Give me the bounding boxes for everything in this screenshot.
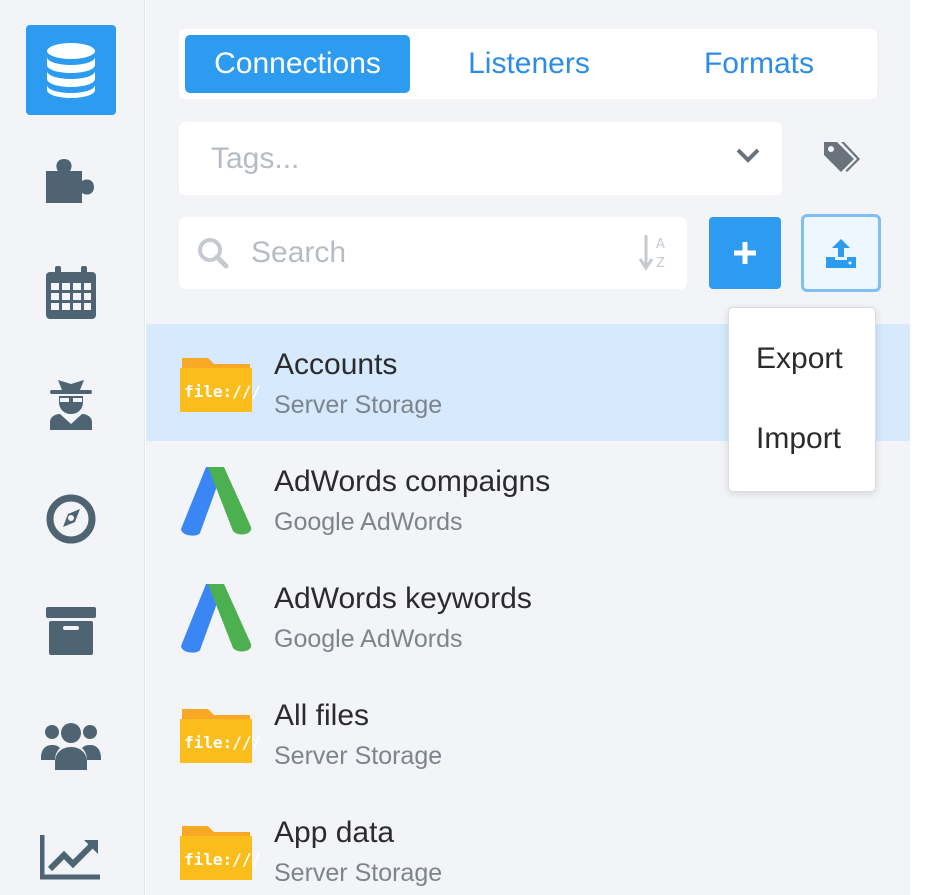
list-item[interactable]: AdWords keywords Google AdWords (146, 558, 910, 675)
file-folder-icon: file:/// (180, 348, 261, 420)
chart-line-icon (40, 835, 100, 880)
sidebar-item-schedule[interactable] (26, 248, 116, 338)
export-menu-item[interactable]: Export (756, 342, 843, 376)
item-name: AdWords compaigns (274, 465, 551, 498)
sidebar-item-explore[interactable] (26, 474, 116, 564)
search-icon (198, 238, 229, 269)
file-folder-icon: file:/// (180, 816, 261, 888)
svg-text:A: A (656, 237, 665, 252)
tab-bar: Connections Listeners Formats (179, 29, 877, 99)
sidebar (0, 0, 145, 895)
import-export-button[interactable] (801, 214, 881, 292)
tab-listeners[interactable]: Listeners (424, 35, 634, 93)
import-menu-item[interactable]: Import (756, 422, 841, 456)
users-icon (41, 723, 101, 770)
tab-formats[interactable]: Formats (654, 35, 864, 93)
item-type: Server Storage (274, 742, 443, 770)
list-item[interactable]: file:/// All files Server Storage (146, 675, 910, 792)
item-type: Google AdWords (274, 625, 463, 653)
file-folder-icon: file:/// (180, 699, 261, 771)
database-icon (47, 43, 95, 98)
sidebar-item-archive[interactable] (26, 586, 116, 676)
item-name: Accounts (274, 348, 398, 381)
right-gutter (910, 0, 925, 895)
sort-alpha-icon[interactable]: A Z (639, 233, 671, 271)
adwords-icon (181, 584, 252, 653)
sidebar-item-analytics[interactable] (26, 812, 116, 895)
sidebar-item-databases[interactable] (26, 25, 116, 115)
list-item[interactable]: file:/// App data Server Storage (146, 792, 910, 895)
item-name: All files (274, 699, 370, 732)
adwords-icon (181, 467, 252, 536)
spy-icon (50, 380, 92, 430)
import-export-menu: Export Import (728, 307, 876, 492)
svg-text:Z: Z (656, 256, 665, 271)
sidebar-item-users[interactable] (26, 700, 116, 790)
chevron-down-icon (736, 148, 760, 163)
compass-icon (46, 494, 96, 544)
item-name: App data (274, 816, 395, 849)
item-name: AdWords keywords (274, 582, 532, 615)
tags-icon[interactable] (822, 140, 860, 174)
plus-icon (734, 242, 756, 264)
sidebar-item-plugins[interactable] (26, 135, 116, 225)
tab-connections[interactable]: Connections (185, 35, 410, 93)
puzzle-icon (46, 159, 94, 203)
calendar-icon (46, 266, 96, 319)
add-connection-button[interactable] (709, 217, 781, 289)
item-type: Server Storage (274, 391, 443, 419)
archive-icon (46, 607, 96, 655)
item-type: Server Storage (274, 859, 443, 887)
tags-placeholder: Tags... (211, 142, 300, 175)
sidebar-item-agents[interactable] (26, 358, 116, 448)
search-input[interactable] (251, 231, 621, 275)
search-box: A Z (179, 217, 687, 289)
tags-select[interactable]: Tags... (179, 122, 782, 195)
item-type: Google AdWords (274, 508, 463, 536)
upload-icon (826, 239, 856, 268)
